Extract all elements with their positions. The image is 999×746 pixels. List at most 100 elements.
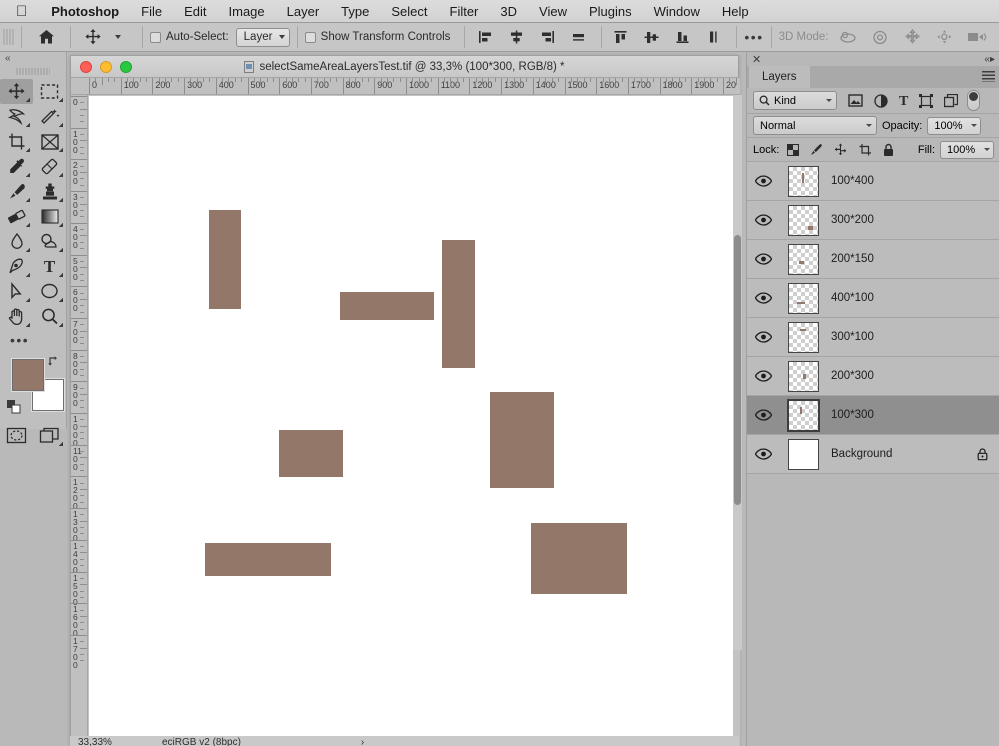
- canvas-shape[interactable]: [490, 392, 554, 488]
- close-button[interactable]: [80, 60, 92, 73]
- rectangular-marquee-tool[interactable]: [33, 79, 66, 104]
- orbit-3d-icon[interactable]: [837, 26, 859, 48]
- layer-thumbnail[interactable]: [779, 360, 827, 392]
- eye-visibility-icon[interactable]: [747, 331, 779, 343]
- pan-3d-icon[interactable]: [901, 26, 923, 48]
- eraser-tool[interactable]: [0, 204, 33, 229]
- align-bottom-edges-icon[interactable]: [671, 26, 693, 48]
- hand-tool[interactable]: [0, 304, 33, 329]
- screen-mode-icon[interactable]: [33, 423, 66, 448]
- minimize-button[interactable]: [100, 60, 112, 73]
- swap-colors-icon[interactable]: [47, 355, 60, 367]
- eye-visibility-icon[interactable]: [747, 253, 779, 265]
- menu-file[interactable]: File: [130, 0, 173, 23]
- ellipse-tool[interactable]: [33, 279, 66, 304]
- menu-photoshop[interactable]: Photoshop: [40, 0, 130, 23]
- eye-visibility-icon[interactable]: [747, 292, 779, 304]
- menu-layer[interactable]: Layer: [276, 0, 331, 23]
- lock-position-icon[interactable]: [834, 143, 847, 156]
- zoom-3d-camera-icon[interactable]: [965, 26, 989, 48]
- slide-3d-icon[interactable]: [933, 26, 955, 48]
- lock-artboard-nesting-icon[interactable]: [858, 143, 872, 156]
- menu-view[interactable]: View: [528, 0, 578, 23]
- tab-layers[interactable]: Layers: [749, 66, 810, 88]
- canvas-page[interactable]: [89, 96, 733, 746]
- layer-row[interactable]: 100*400: [747, 162, 999, 201]
- auto-select-checkbox[interactable]: Auto-Select:: [150, 31, 229, 43]
- layer-row[interactable]: 200*300: [747, 357, 999, 396]
- filter-kind-dropdown[interactable]: Kind: [753, 91, 837, 110]
- auto-select-scope-dropdown[interactable]: Layer: [235, 27, 290, 47]
- opacity-field[interactable]: 100%: [927, 116, 982, 135]
- menu-help[interactable]: Help: [711, 0, 760, 23]
- filter-toggle-switch[interactable]: [967, 90, 981, 111]
- eye-visibility-icon[interactable]: [747, 448, 779, 460]
- eye-visibility-icon[interactable]: [747, 370, 779, 382]
- menu-plugins[interactable]: Plugins: [578, 0, 643, 23]
- layer-row[interactable]: Background: [747, 435, 999, 474]
- align-vertical-centers-icon[interactable]: [640, 26, 662, 48]
- canvas-shape[interactable]: [340, 292, 434, 320]
- apple-logo-icon[interactable]: : [0, 4, 40, 19]
- move-tool-icon[interactable]: [82, 26, 104, 48]
- menu-type[interactable]: Type: [330, 0, 380, 23]
- quick-mask-icon[interactable]: [0, 423, 33, 448]
- panel-menu-icon[interactable]: [982, 71, 995, 82]
- lock-image-pixels-icon[interactable]: [810, 143, 823, 156]
- align-left-edges-icon[interactable]: [474, 26, 496, 48]
- layer-name[interactable]: 200*300: [827, 370, 874, 382]
- layer-thumbnail[interactable]: [779, 243, 827, 275]
- status-expand-arrow[interactable]: ›: [241, 737, 364, 746]
- menu-image[interactable]: Image: [218, 0, 276, 23]
- menu-3d[interactable]: 3D: [489, 0, 528, 23]
- path-selection-tool[interactable]: [0, 279, 33, 304]
- layer-name[interactable]: 100*300: [827, 409, 874, 421]
- distribute-vertical-icon[interactable]: [702, 26, 724, 48]
- filter-pixel-layers-icon[interactable]: [848, 94, 863, 107]
- show-transform-controls-checkbox[interactable]: Show Transform Controls: [304, 31, 450, 43]
- clone-stamp-tool[interactable]: [33, 179, 66, 204]
- layer-name[interactable]: 100*400: [827, 175, 874, 187]
- roll-3d-icon[interactable]: [869, 26, 891, 48]
- layer-name[interactable]: 400*100: [827, 292, 874, 304]
- dodge-tool[interactable]: [33, 229, 66, 254]
- type-tool[interactable]: T: [33, 254, 66, 279]
- layer-thumbnail[interactable]: [779, 438, 827, 470]
- brush-tool[interactable]: [0, 179, 33, 204]
- layer-list[interactable]: 100*400 300*200 200*150 400*100 300*100 200*3…: [747, 162, 999, 537]
- eye-visibility-icon[interactable]: [747, 214, 779, 226]
- crop-tool[interactable]: [0, 129, 33, 154]
- menu-filter[interactable]: Filter: [439, 0, 490, 23]
- layer-row[interactable]: 400*100: [747, 279, 999, 318]
- canvas-shape[interactable]: [205, 543, 331, 576]
- filter-smart-objects-icon[interactable]: [944, 93, 959, 108]
- lock-all-icon[interactable]: [883, 143, 894, 157]
- auto-select-checkbox-box[interactable]: [150, 31, 161, 43]
- align-top-edges-icon[interactable]: [609, 26, 631, 48]
- collapse-panel-icon[interactable]: «: [0, 52, 66, 66]
- horizontal-ruler[interactable]: 0 100 200 300 400 500 600 700 800 900 1000 1100 1200…: [71, 78, 740, 95]
- frame-tool[interactable]: [33, 129, 66, 154]
- magic-wand-tool[interactable]: [33, 104, 66, 129]
- layer-name[interactable]: Background: [827, 448, 892, 460]
- canvas-viewport[interactable]: [88, 95, 740, 746]
- zoom-level[interactable]: 33,33%: [70, 737, 142, 746]
- distribute-horizontal-icon[interactable]: [567, 26, 589, 48]
- eyedropper-tool[interactable]: [0, 154, 33, 179]
- canvas-shape[interactable]: [209, 210, 241, 309]
- layers-panel-scrollbar[interactable]: [735, 160, 744, 640]
- canvas-shape[interactable]: [442, 240, 475, 368]
- chevron-down-icon[interactable]: [984, 148, 990, 151]
- canvas-shape[interactable]: [279, 430, 343, 477]
- blur-tool[interactable]: [0, 229, 33, 254]
- move-tool[interactable]: [0, 79, 33, 104]
- healing-brush-tool[interactable]: [33, 154, 66, 179]
- layer-row[interactable]: 200*150: [747, 240, 999, 279]
- layer-name[interactable]: 300*100: [827, 331, 874, 343]
- layer-row[interactable]: 300*100: [747, 318, 999, 357]
- close-panel-icon[interactable]: ✕: [752, 55, 761, 66]
- menu-select[interactable]: Select: [380, 0, 438, 23]
- default-colors-icon[interactable]: [7, 400, 21, 414]
- vertical-ruler[interactable]: 0 100 200 300 400 500 600 700 800 900 1000 1100 1200…: [71, 95, 88, 746]
- zoom-button[interactable]: [120, 60, 132, 73]
